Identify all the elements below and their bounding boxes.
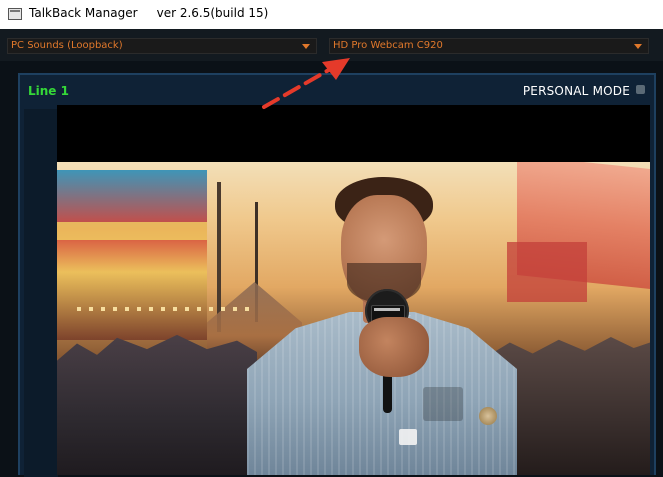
mode-label[interactable]: PERSONAL MODE: [523, 84, 630, 98]
scene-string-lights: [77, 307, 257, 311]
presenter-badge: [399, 429, 417, 445]
scene-banner-right: [507, 242, 587, 302]
source-toolbar: PC Sounds (Loopback) HD Pro Webcam C920: [0, 29, 663, 61]
presenter-pocket: [423, 387, 463, 421]
line-title: Line 1: [28, 84, 69, 98]
left-rail: [24, 109, 58, 477]
audio-source-value: PC Sounds (Loopback): [11, 40, 123, 51]
video-letterbox: [57, 105, 650, 162]
audio-source-select[interactable]: PC Sounds (Loopback): [7, 38, 317, 54]
title-bar: TalkBack Manager ver 2.6.5(build 15): [0, 0, 663, 29]
scene-crowd-left: [57, 334, 257, 475]
window-title: TalkBack Manager ver 2.6.5(build 15): [29, 6, 269, 20]
presenter-watch: [479, 407, 497, 425]
video-preview[interactable]: [57, 105, 650, 475]
scene-tent-left: [57, 170, 207, 340]
chevron-down-icon[interactable]: [634, 44, 642, 49]
video-source-value: HD Pro Webcam C920: [333, 40, 443, 51]
video-source-select[interactable]: HD Pro Webcam C920: [329, 38, 649, 54]
square-indicator-icon[interactable]: [636, 85, 645, 94]
chevron-down-icon[interactable]: [302, 44, 310, 49]
scene-tent-stripe: [57, 222, 207, 240]
window-icon: [8, 8, 22, 20]
scene-presenter: [247, 177, 517, 475]
presenter-hand: [359, 317, 429, 377]
video-frame: [57, 162, 650, 475]
